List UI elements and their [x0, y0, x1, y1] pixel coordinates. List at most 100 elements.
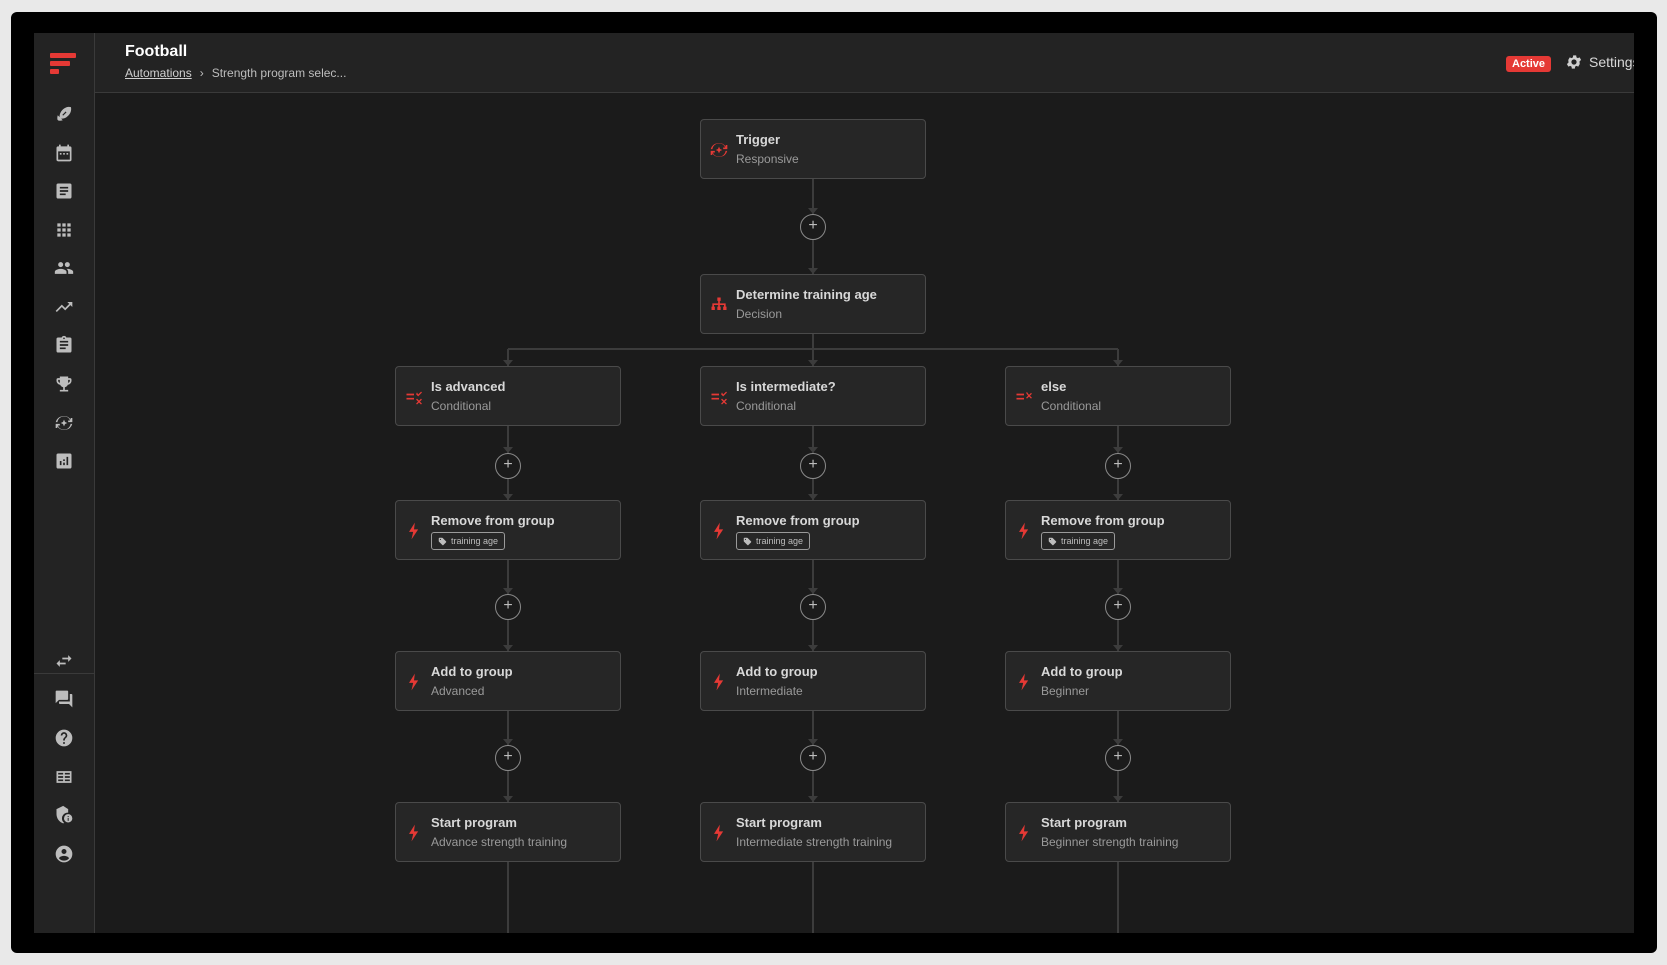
clipboard-icon[interactable] — [52, 333, 76, 357]
account-icon[interactable] — [52, 842, 76, 866]
settings-button[interactable]: Settings — [1565, 53, 1634, 71]
conditional-icon — [1014, 387, 1034, 407]
start-program-node[interactable]: Start program Advance strength training — [395, 802, 621, 862]
node-title: Add to group — [431, 664, 513, 679]
start-program-node[interactable]: Start program Intermediate strength trai… — [700, 802, 926, 862]
notes-icon[interactable] — [52, 179, 76, 203]
add-to-group-node[interactable]: Add to group Intermediate — [700, 651, 926, 711]
library-icon[interactable] — [52, 765, 76, 789]
tag-icon — [743, 537, 752, 545]
breadcrumb: Automations › Strength program selec... — [125, 66, 346, 80]
apps-grid-icon[interactable] — [52, 218, 76, 242]
trigger-icon — [709, 140, 729, 160]
lightning-icon — [404, 521, 424, 541]
breadcrumb-automations-link[interactable]: Automations — [125, 66, 192, 80]
trophy-icon[interactable] — [52, 372, 76, 396]
people-icon[interactable] — [52, 256, 76, 280]
lightning-icon — [404, 672, 424, 692]
node-subtitle: Intermediate strength training — [736, 835, 893, 849]
conditional-node-else[interactable]: else Conditional — [1005, 366, 1231, 426]
app-screen: Football Automations › Strength program … — [34, 33, 1634, 933]
brand-logo-icon[interactable] — [49, 50, 77, 78]
node-subtitle: Beginner — [1041, 684, 1090, 698]
add-step-button[interactable]: + — [1105, 453, 1131, 479]
add-step-button[interactable]: + — [495, 745, 521, 771]
decision-node[interactable]: Determine training age Decision — [700, 274, 926, 334]
conditional-icon — [709, 387, 729, 407]
add-to-group-node[interactable]: Add to group Beginner — [1005, 651, 1231, 711]
add-step-button[interactable]: + — [800, 214, 826, 240]
chat-icon[interactable] — [52, 687, 76, 711]
swap-icon[interactable] — [52, 649, 76, 673]
tag-label: training age — [451, 536, 499, 546]
conditional-icon — [404, 387, 424, 407]
lightning-icon — [709, 521, 729, 541]
node-title: else — [1041, 379, 1067, 394]
add-step-button[interactable]: + — [800, 453, 826, 479]
add-step-button[interactable]: + — [495, 594, 521, 620]
lightning-icon — [1014, 521, 1034, 541]
conditional-node-advanced[interactable]: Is advanced Conditional — [395, 366, 621, 426]
analytics-icon[interactable] — [52, 449, 76, 473]
tag-label: training age — [1061, 536, 1109, 546]
add-step-button[interactable]: + — [800, 594, 826, 620]
lightning-icon — [1014, 672, 1034, 692]
node-title: Is intermediate? — [736, 379, 836, 394]
node-title: Add to group — [736, 664, 818, 679]
page-header: Football Automations › Strength program … — [95, 33, 1634, 93]
lightning-icon — [709, 672, 729, 692]
gear-icon — [1566, 55, 1582, 69]
workflow-canvas[interactable]: Trigger Responsive + Determine training … — [95, 94, 1634, 933]
automation-icon[interactable] — [52, 411, 76, 435]
trigger-node[interactable]: Trigger Responsive — [700, 119, 926, 179]
lightning-icon — [404, 823, 424, 843]
add-to-group-node[interactable]: Add to group Advanced — [395, 651, 621, 711]
tag-label: training age — [756, 536, 804, 546]
tag-icon — [1048, 537, 1057, 545]
breadcrumb-separator: › — [199, 66, 204, 80]
page-title: Football — [125, 43, 188, 60]
trending-icon[interactable] — [52, 295, 76, 319]
conditional-node-intermediate[interactable]: Is intermediate? Conditional — [700, 366, 926, 426]
node-subtitle: Conditional — [1041, 399, 1102, 413]
help-icon[interactable] — [52, 726, 76, 750]
remove-from-group-node[interactable]: Remove from group training age — [700, 500, 926, 560]
node-subtitle: Intermediate — [736, 684, 803, 698]
node-title: Remove from group — [431, 513, 555, 528]
settings-label: Settings — [1589, 54, 1634, 70]
lightning-icon — [709, 823, 729, 843]
decision-icon — [709, 295, 729, 315]
node-subtitle: Conditional — [431, 399, 492, 413]
node-subtitle: Beginner strength training — [1041, 835, 1179, 849]
sidebar — [34, 33, 95, 933]
sidebar-divider — [34, 673, 95, 674]
tag-icon — [438, 537, 447, 545]
node-subtitle: Responsive — [736, 152, 799, 166]
node-title: Start program — [431, 815, 517, 830]
remove-from-group-node[interactable]: Remove from group training age — [395, 500, 621, 560]
add-step-button[interactable]: + — [1105, 745, 1131, 771]
football-icon[interactable] — [52, 102, 76, 126]
node-subtitle: Decision — [736, 307, 783, 321]
lightning-icon — [1014, 823, 1034, 843]
add-step-button[interactable]: + — [800, 745, 826, 771]
node-title: Remove from group — [736, 513, 860, 528]
calendar-icon[interactable] — [52, 141, 76, 165]
node-title: Start program — [736, 815, 822, 830]
security-icon[interactable] — [52, 803, 76, 827]
node-subtitle: Conditional — [736, 399, 797, 413]
add-step-button[interactable]: + — [1105, 594, 1131, 620]
node-subtitle: Advance strength training — [431, 835, 568, 849]
node-title: Is advanced — [431, 379, 506, 394]
breadcrumb-current: Strength program selec... — [211, 66, 347, 80]
node-title: Add to group — [1041, 664, 1123, 679]
node-subtitle: Advanced — [431, 684, 485, 698]
node-title: Start program — [1041, 815, 1127, 830]
group-tag: training age — [1041, 532, 1116, 550]
node-title: Determine training age — [736, 287, 877, 302]
remove-from-group-node[interactable]: Remove from group training age — [1005, 500, 1231, 560]
add-step-button[interactable]: + — [495, 453, 521, 479]
start-program-node[interactable]: Start program Beginner strength training — [1005, 802, 1231, 862]
status-badge: Active — [1506, 56, 1552, 72]
node-title: Remove from group — [1041, 513, 1165, 528]
